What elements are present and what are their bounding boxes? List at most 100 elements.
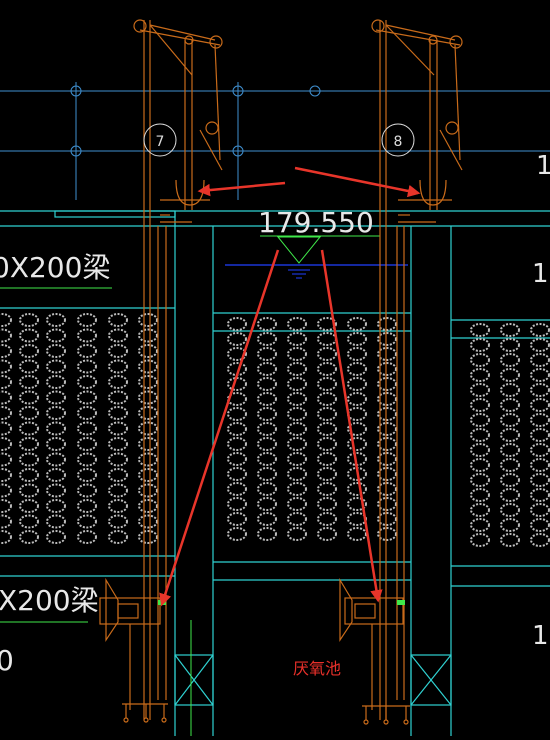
media-cluster <box>287 482 307 496</box>
media-cluster <box>287 422 307 436</box>
media-cluster <box>46 421 66 436</box>
media-cluster <box>19 468 39 482</box>
media-cluster <box>500 503 520 517</box>
media-cluster <box>287 377 307 391</box>
media-cluster <box>227 317 247 331</box>
media-cluster <box>46 483 66 498</box>
media-cluster <box>500 473 520 487</box>
media-cluster <box>500 383 520 397</box>
media-cluster <box>138 452 158 467</box>
media-cluster <box>257 377 277 391</box>
media-cluster <box>227 407 247 421</box>
media-cluster <box>0 483 12 498</box>
media-cluster <box>108 530 128 544</box>
media-cluster <box>257 482 277 496</box>
media-cluster <box>530 503 550 517</box>
fitting-right <box>397 600 405 605</box>
media-cluster <box>77 406 97 420</box>
media-cluster <box>19 483 39 498</box>
media-cluster <box>227 497 247 511</box>
media-cluster <box>19 344 39 358</box>
media-cluster <box>500 518 520 532</box>
media-cluster <box>138 468 158 482</box>
media-cluster <box>347 527 367 541</box>
media-cluster <box>287 362 307 376</box>
media-cluster <box>287 392 307 406</box>
media-cluster <box>19 530 39 544</box>
media-cluster <box>377 422 397 436</box>
media-cluster <box>470 488 490 502</box>
media-cluster <box>287 527 307 541</box>
media-cluster <box>108 514 128 529</box>
media-cluster <box>377 407 397 421</box>
media-cluster <box>138 375 158 389</box>
media-cluster <box>500 428 520 442</box>
media-cluster <box>46 452 66 467</box>
media-cluster <box>227 422 247 436</box>
equipment <box>99 19 463 725</box>
media-cluster <box>0 421 12 436</box>
media-cluster <box>530 338 550 352</box>
media-cluster <box>227 332 247 346</box>
media-cluster <box>317 437 337 451</box>
media-cluster <box>0 406 12 420</box>
media-cluster <box>0 452 12 467</box>
media-cluster <box>77 375 97 389</box>
media-cluster <box>287 452 307 466</box>
media-cluster <box>46 468 66 482</box>
media-cluster <box>470 338 490 352</box>
media-cluster <box>108 468 128 482</box>
media-cluster <box>317 527 337 541</box>
media-cluster <box>347 482 367 496</box>
media-cluster <box>500 488 520 502</box>
cad-drawing: 7 8 179.550 0X200梁 X200梁 厌氧池 15 17 17 0 <box>0 19 550 736</box>
media-cluster <box>470 428 490 442</box>
media-cluster <box>530 428 550 442</box>
media-cluster <box>500 338 520 352</box>
media-cluster <box>19 375 39 389</box>
bio-media-clusters <box>0 313 550 547</box>
media-cluster <box>108 421 128 436</box>
media-cluster <box>470 323 490 337</box>
media-cluster <box>77 328 97 343</box>
media-cluster <box>317 377 337 391</box>
media-cluster <box>77 530 97 544</box>
media-cluster <box>530 398 550 412</box>
media-cluster <box>500 368 520 382</box>
media-cluster <box>470 533 490 547</box>
media-cluster <box>257 422 277 436</box>
media-cluster <box>287 437 307 451</box>
media-cluster <box>108 483 128 498</box>
media-cluster <box>257 317 277 331</box>
media-cluster <box>377 392 397 406</box>
media-cluster <box>257 392 277 406</box>
media-cluster <box>77 468 97 482</box>
media-cluster <box>19 421 39 436</box>
media-cluster <box>0 313 12 327</box>
media-cluster <box>77 359 97 374</box>
media-cluster <box>46 437 66 451</box>
media-cluster <box>470 413 490 427</box>
media-cluster <box>287 332 307 346</box>
media-cluster <box>108 390 128 405</box>
media-cluster <box>530 368 550 382</box>
media-cluster <box>227 482 247 496</box>
media-cluster <box>500 458 520 472</box>
media-cluster <box>530 323 550 337</box>
media-cluster <box>347 347 367 361</box>
axis-label-right: 8 <box>394 134 403 150</box>
media-cluster <box>377 317 397 331</box>
media-cluster <box>257 347 277 361</box>
media-cluster <box>138 390 158 405</box>
media-cluster <box>377 452 397 466</box>
media-cluster <box>77 421 97 436</box>
media-cluster <box>0 530 12 544</box>
media-cluster <box>108 313 128 327</box>
hoist-left <box>133 19 223 720</box>
media-cluster <box>500 323 520 337</box>
media-cluster <box>347 377 367 391</box>
media-cluster <box>138 514 158 529</box>
media-cluster <box>317 452 337 466</box>
media-cluster <box>227 452 247 466</box>
media-cluster <box>287 497 307 511</box>
